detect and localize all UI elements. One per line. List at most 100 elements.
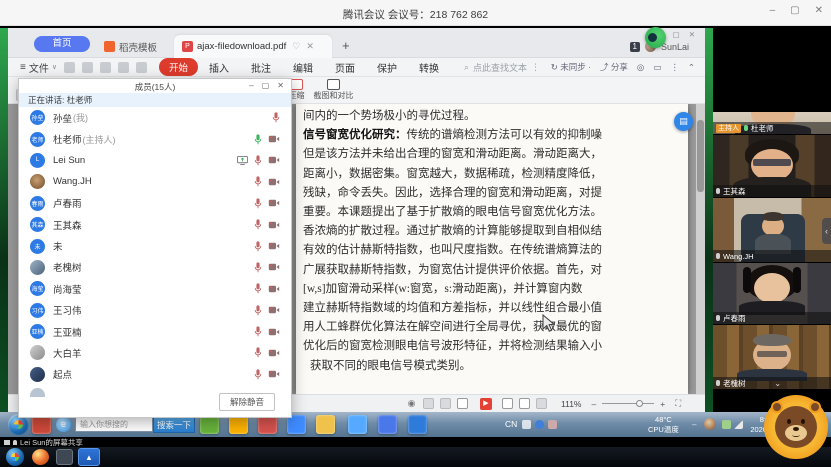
maximize-icon[interactable]: ▢ — [790, 5, 799, 16]
member-row[interactable]: LLei Sun — [20, 150, 290, 171]
video-thumbnail[interactable]: 老槐树 ⌄ — [713, 325, 831, 390]
share-button[interactable]: ⤴ 分享 — [600, 61, 628, 73]
menu-start[interactable]: 开始 — [159, 58, 198, 76]
tray-icon[interactable] — [522, 420, 531, 429]
language-indicator[interactable]: CN — [505, 419, 517, 429]
unmute-button[interactable]: 解除静音 — [219, 393, 275, 411]
tab-document[interactable]: P ajax-filedownload.pdf ♡ ✕ — [174, 35, 332, 58]
member-row[interactable]: Wang.JH — [20, 171, 290, 192]
find-text[interactable]: ⌕ 点此查找文本 ⋮ — [464, 61, 540, 74]
tab-home[interactable]: 首页 — [34, 36, 90, 52]
menu-item-批注[interactable]: 批注 — [240, 60, 282, 75]
new-tab-button[interactable]: + — [342, 38, 350, 54]
fit-page-icon[interactable] — [536, 398, 547, 409]
collapse-ribbon-icon[interactable]: ⌃ — [688, 62, 695, 73]
collapse-videos-handle[interactable]: ‹ — [822, 218, 831, 244]
tray-expand-icon[interactable]: – — [692, 420, 696, 429]
menu-item-插入[interactable]: 插入 — [198, 60, 240, 75]
account-name[interactable]: SunLai — [661, 42, 689, 52]
local-taskbar-app[interactable] — [32, 449, 49, 465]
member-row[interactable]: 亚楠王亚楠 — [20, 321, 290, 342]
menu-item-页面[interactable]: 页面 — [324, 60, 366, 75]
zoom-slider[interactable] — [602, 403, 654, 404]
fit-width-icon[interactable] — [519, 398, 530, 409]
taskbar-search-input[interactable]: 输入你想搜的 — [75, 417, 153, 432]
tray-icon[interactable] — [535, 420, 544, 429]
desktop-wallpaper-strip — [705, 28, 713, 412]
view-mode-fit-icon[interactable] — [440, 398, 451, 409]
local-taskbar-app[interactable] — [56, 449, 73, 465]
close-icon[interactable]: ✕ — [815, 5, 823, 16]
fullscreen-icon[interactable]: ⛶ — [675, 398, 681, 409]
panel-maximize-icon[interactable]: ▢ — [262, 81, 270, 90]
video-thumbnail[interactable]: 主持人 杜老师 — [713, 112, 831, 135]
menu-item-编辑[interactable]: 编辑 — [282, 60, 324, 75]
menu-file[interactable]: ≡ 文件 ∨ — [20, 60, 57, 75]
app-qq[interactable] — [348, 415, 367, 434]
redo-icon[interactable] — [136, 62, 147, 73]
print-icon[interactable] — [100, 62, 111, 73]
floating-panel-button[interactable]: ▤ — [674, 112, 693, 131]
video-thumbnail[interactable]: Wang.JH — [713, 198, 831, 263]
notification-badge[interactable]: 1 — [630, 42, 640, 52]
eye-protect-icon[interactable]: ◉ — [406, 398, 417, 409]
app-meeting[interactable] — [408, 415, 427, 434]
scrollbar-thumb[interactable] — [697, 120, 704, 192]
comment-icon[interactable]: ▭ — [653, 62, 661, 73]
more-icon[interactable]: ⋮ — [670, 62, 679, 73]
save-icon[interactable] — [82, 62, 93, 73]
snapshot-compare-button[interactable]: 截图和对比 — [314, 77, 354, 103]
open-icon[interactable] — [64, 62, 75, 73]
emoji-icon[interactable]: ◎ — [637, 62, 644, 73]
tray-avatar-icon[interactable] — [704, 418, 716, 430]
view-mode-double-icon[interactable] — [457, 398, 468, 409]
member-name: 王其森 — [53, 218, 82, 232]
video-thumbnail[interactable]: 王其森 — [713, 135, 831, 198]
ie-search-icon[interactable]: e — [56, 417, 71, 432]
local-start-button[interactable] — [6, 448, 24, 466]
sync-status[interactable]: ↻ 未同步 · — [551, 61, 591, 73]
zoom-out-icon[interactable]: – — [591, 399, 596, 409]
cpu-temp-widget[interactable]: 48°C CPU温度 — [648, 415, 679, 434]
snapshot-compare-icon — [327, 79, 340, 90]
mic-icon — [254, 369, 262, 380]
app-folder[interactable] — [316, 415, 335, 434]
rotate-icon[interactable] — [502, 398, 513, 409]
member-row[interactable]: 未未 — [20, 235, 290, 256]
member-row[interactable]: 孙垒孙垒(我) — [20, 107, 290, 128]
meeting-app-taskbar-button[interactable]: ▲ — [78, 448, 100, 466]
tray-icon[interactable] — [722, 420, 731, 429]
network-icon[interactable] — [734, 420, 743, 429]
tab-close-icon[interactable]: ✕ — [306, 41, 314, 52]
meeting-floating-icon[interactable] — [645, 27, 666, 48]
panel-close-icon[interactable]: ✕ — [277, 81, 284, 90]
taskbar-search-button[interactable]: 搜索一下 — [153, 416, 195, 433]
tab-docer[interactable]: 稻壳模板 — [96, 35, 165, 58]
member-row[interactable]: 习伟王习伟 — [20, 300, 290, 321]
member-row[interactable]: 春雨卢春雨 — [20, 193, 290, 214]
member-row[interactable]: 起点 — [20, 364, 290, 385]
tray-icon[interactable] — [548, 420, 557, 429]
member-row[interactable]: 老槐树 — [20, 257, 290, 278]
document-scrollbar[interactable] — [696, 104, 705, 394]
video-thumbnail[interactable]: 卢春雨 — [713, 263, 831, 325]
play-slideshow-icon[interactable]: ▶ — [480, 398, 492, 410]
member-row[interactable]: 其森王其森 — [20, 214, 290, 235]
member-row[interactable]: 海莹尚海莹 — [20, 278, 290, 299]
app-wps[interactable] — [378, 415, 397, 434]
favorite-icon[interactable]: ♡ — [292, 41, 300, 52]
member-row[interactable]: 大白羊 — [20, 342, 290, 363]
member-row[interactable]: 老师杜老师(主持人) — [20, 128, 290, 149]
wps-close-icon[interactable]: ✕ — [689, 30, 695, 39]
minimize-icon[interactable]: – — [770, 5, 776, 16]
panel-minimize-icon[interactable]: – — [249, 81, 253, 90]
menu-item-转换[interactable]: 转换 — [408, 60, 450, 75]
chevron-down-icon[interactable]: ⌄ — [774, 379, 781, 388]
zoom-slider-knob[interactable] — [636, 400, 643, 407]
menu-item-保护[interactable]: 保护 — [366, 60, 408, 75]
lion-mascot-widget[interactable] — [762, 392, 830, 464]
wps-maximize-icon[interactable]: ▢ — [673, 30, 680, 39]
undo-icon[interactable] — [118, 62, 129, 73]
zoom-in-icon[interactable]: + — [660, 399, 665, 409]
view-mode-single-icon[interactable] — [423, 398, 434, 409]
